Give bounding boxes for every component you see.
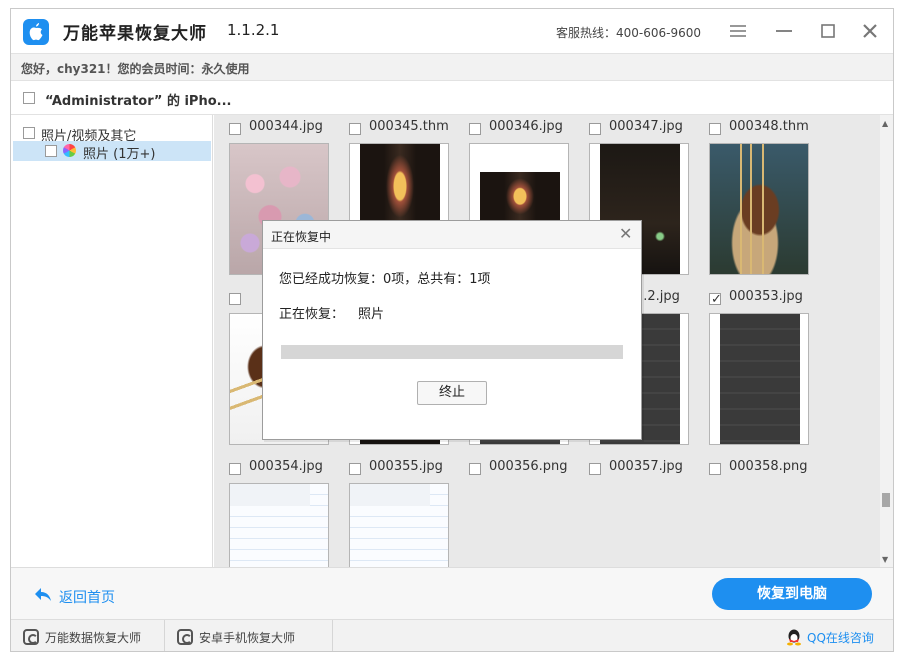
action-bar: 返回首页 恢复到电脑: [11, 567, 893, 619]
file-name: 000345.thm: [369, 119, 449, 134]
device-checkbox[interactable]: [23, 92, 35, 104]
back-arrow-icon: [35, 588, 51, 601]
category-tree: 照片/视频及其它 照片 (1万+): [11, 115, 213, 567]
app-window: 万能苹果恢复大师 1.1.2.1 客服热线：400-606-9600 您好，ch…: [10, 8, 894, 652]
file-checkbox[interactable]: [469, 123, 481, 135]
file-name: 000347.jpg: [609, 119, 683, 134]
file-name: 000346.jpg: [489, 119, 563, 134]
dialog-title: 正在恢复中: [271, 230, 332, 244]
scroll-down-icon[interactable]: ▼: [882, 555, 888, 564]
file-checkbox[interactable]: [469, 463, 481, 475]
file-checkbox-checked[interactable]: ✓: [709, 292, 722, 307]
photo-thumbnail[interactable]: [709, 143, 809, 275]
stop-button[interactable]: 终止: [417, 381, 487, 405]
scroll-up-icon[interactable]: ▲: [882, 119, 888, 128]
photos-icon: [63, 144, 76, 157]
footer-link-data-recovery[interactable]: 万能数据恢复大师: [11, 620, 165, 651]
minimize-icon[interactable]: [773, 20, 795, 42]
file-name: 000348.thm: [729, 119, 809, 134]
scroll-thumb[interactable]: [882, 493, 890, 507]
file-checkbox[interactable]: [229, 463, 241, 475]
file-checkbox[interactable]: [709, 463, 721, 475]
app-title: 万能苹果恢复大师: [63, 24, 207, 44]
tree-child-checkbox[interactable]: [45, 145, 57, 157]
member-info: 您好，chy321！您的会员时间：永久使用: [21, 62, 250, 76]
recovery-icon: [23, 629, 39, 645]
recovering-label: 正在恢复：: [279, 307, 345, 322]
back-home-label: 返回首页: [59, 590, 115, 606]
file-name: 000354.jpg: [249, 459, 323, 474]
title-bar: 万能苹果恢复大师 1.1.2.1 客服热线：400-606-9600: [11, 9, 893, 53]
hotline-text: 客服热线：400-606-9600: [556, 26, 702, 40]
tree-item-photos[interactable]: 照片 (1万+): [13, 141, 211, 162]
dialog-header: 正在恢复中 ✕: [263, 221, 641, 249]
device-name: “Administrator” 的 iPho...: [45, 94, 232, 109]
file-checkbox[interactable]: [349, 463, 361, 475]
dialog-close-icon[interactable]: ✕: [619, 224, 632, 243]
apple-logo-icon: [23, 19, 49, 45]
file-name: 000358.png: [729, 459, 808, 474]
file-checkbox[interactable]: [589, 123, 601, 135]
file-name: 000355.jpg: [369, 459, 443, 474]
footer-label: 万能数据恢复大师: [45, 631, 142, 645]
qq-label: QQ在线咨询: [807, 631, 874, 645]
recovery-status-text: 您已经成功恢复：0项，总共有：1项: [279, 272, 491, 287]
maximize-icon[interactable]: [817, 20, 839, 42]
member-bar: 您好，chy321！您的会员时间：永久使用: [11, 53, 893, 81]
file-checkbox[interactable]: [589, 463, 601, 475]
photo-thumbnail[interactable]: [229, 483, 329, 567]
check-icon: ✓: [711, 292, 722, 307]
footer-label: 安卓手机恢复大师: [199, 631, 296, 645]
progress-bar: [281, 345, 623, 359]
menu-icon[interactable]: [727, 20, 749, 42]
android-recovery-icon: [177, 629, 193, 645]
recovery-progress-dialog: 正在恢复中 ✕ 您已经成功恢复：0项，总共有：1项 正在恢复： 照片 终止: [262, 220, 642, 440]
file-checkbox[interactable]: [229, 293, 241, 305]
device-bar: “Administrator” 的 iPho...: [11, 81, 893, 115]
file-checkbox[interactable]: [349, 123, 361, 135]
file-checkbox[interactable]: [709, 123, 721, 135]
footer-link-android-recovery[interactable]: 安卓手机恢复大师: [165, 620, 333, 651]
tree-child-label: 照片 (1万+): [83, 147, 156, 162]
tree-root-checkbox[interactable]: [23, 127, 35, 139]
file-name: 000353.jpg: [729, 289, 803, 304]
vertical-scrollbar[interactable]: ▲ ▼: [880, 115, 893, 567]
app-version: 1.1.2.1: [227, 21, 280, 39]
photo-thumbnail[interactable]: [349, 483, 449, 567]
qq-penguin-icon: [787, 629, 801, 646]
photo-thumbnail[interactable]: [709, 313, 809, 445]
footer: 万能数据恢复大师 安卓手机恢复大师 QQ在线咨询: [11, 619, 893, 651]
recover-to-pc-button[interactable]: 恢复到电脑: [712, 578, 872, 610]
recovering-item: 照片: [358, 307, 385, 322]
file-name: 000344.jpg: [249, 119, 323, 134]
file-checkbox[interactable]: [229, 123, 241, 135]
close-icon[interactable]: [859, 20, 881, 42]
file-name: 000356.png: [489, 459, 568, 474]
file-name: 000357.jpg: [609, 459, 683, 474]
